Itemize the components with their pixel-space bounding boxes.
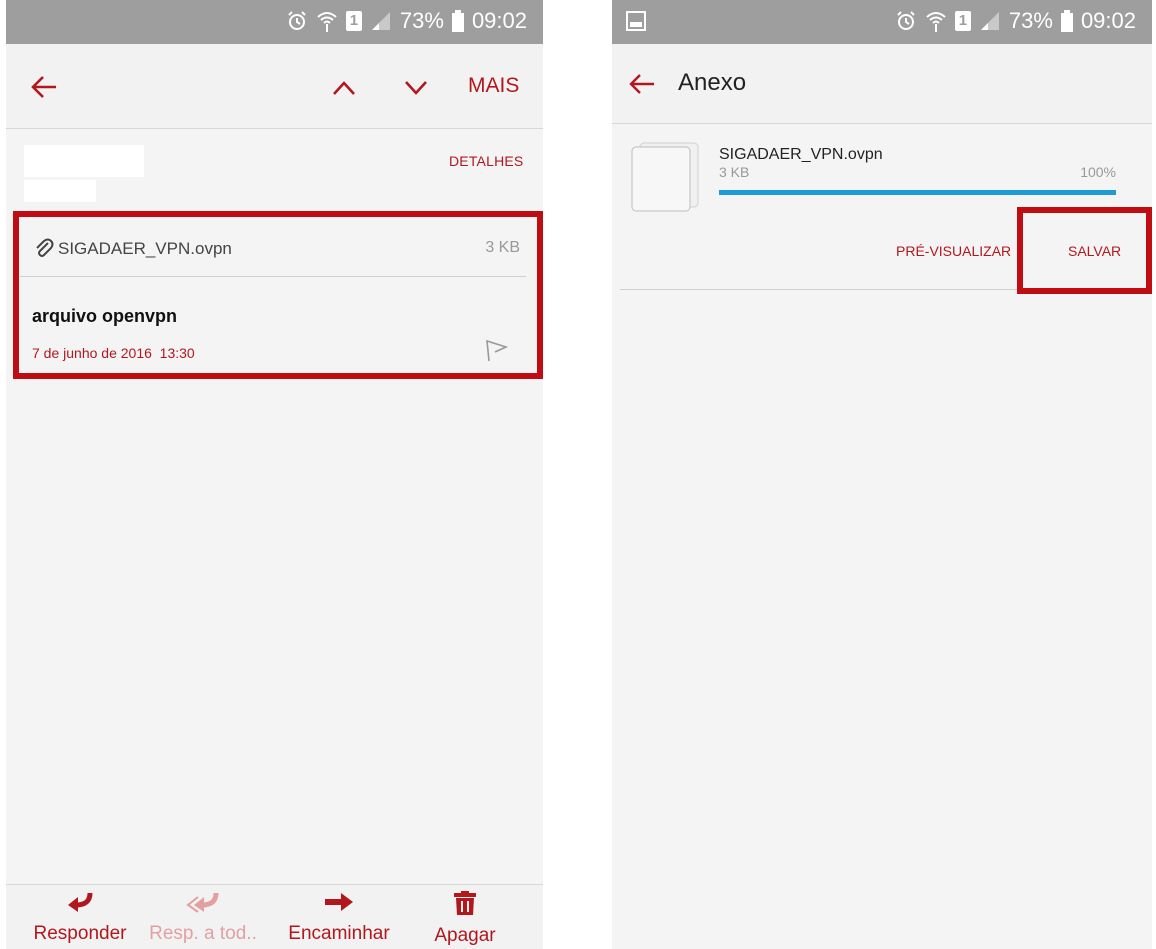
signal-icon [371, 12, 390, 30]
attachment-filename: SIGADAER_VPN.ovpn [719, 146, 883, 163]
page-title: Anexo [678, 69, 747, 96]
back-arrow-icon[interactable] [628, 72, 656, 96]
delete-label: Apagar [434, 925, 496, 946]
email-view-screen: 1 73% 09:02 MAIS DETALHES SIGADAER_VPN.o… [6, 0, 543, 949]
forward-button[interactable]: Encaminhar [284, 891, 394, 945]
alarm-icon [288, 11, 306, 30]
forward-label: Encaminhar [288, 923, 390, 944]
clock: 09:02 [471, 8, 527, 33]
chevron-down-icon[interactable] [404, 80, 428, 96]
wifi-icon [317, 12, 337, 32]
app-bar: Anexo [612, 44, 1152, 124]
preview-button[interactable]: PRÉ-VISUALIZAR [896, 243, 1011, 259]
bottom-action-bar: Responder Resp. a tod.. Encaminhar Apaga… [6, 884, 543, 949]
reply-all-icon [186, 892, 219, 913]
battery-icon [1060, 10, 1073, 32]
battery-percent: 73% [1008, 8, 1053, 33]
progress-track [719, 190, 1116, 195]
app-bar: MAIS [6, 44, 543, 129]
sim-icon: 1 [954, 11, 971, 31]
status-bar: 1 73% 09:02 [612, 0, 1152, 44]
status-bar: 1 73% 09:02 [6, 0, 543, 44]
file-icon [631, 142, 699, 212]
reply-all-button[interactable]: Resp. a tod.. [148, 891, 258, 945]
battery-icon [451, 10, 464, 32]
battery-percent: 73% [399, 8, 444, 33]
attachment-screen: 1 73% 09:02 Anexo SIGADAER_VPN.ovpn 3 KB… [612, 0, 1152, 949]
chevron-up-icon[interactable] [332, 80, 356, 96]
progress-label: 100% [1080, 164, 1116, 180]
wifi-icon [926, 12, 946, 32]
reply-all-label: Resp. a tod.. [149, 923, 257, 944]
trash-icon [454, 891, 476, 915]
forward-icon [325, 893, 353, 911]
progress-fill [719, 190, 1116, 195]
sender-name-redacted [24, 145, 144, 177]
sim-icon: 1 [345, 11, 362, 31]
delete-button[interactable]: Apagar [430, 891, 500, 947]
back-arrow-icon[interactable] [30, 74, 58, 100]
sender-address-redacted [24, 180, 96, 202]
reply-icon [68, 892, 93, 912]
alarm-icon [897, 11, 915, 30]
status-icons: 1 73% 09:02 [895, 8, 1136, 34]
status-icons: 1 73% 09:02 [286, 8, 527, 34]
attachment-size: 3 KB [719, 164, 750, 180]
highlight-box-save [1017, 207, 1152, 294]
reply-button[interactable]: Responder [28, 891, 132, 945]
more-button[interactable]: MAIS [468, 74, 519, 98]
highlight-box-attachment [13, 211, 543, 379]
reply-label: Responder [33, 923, 127, 944]
gallery-icon [626, 11, 646, 31]
details-link[interactable]: DETALHES [449, 153, 523, 169]
clock: 09:02 [1080, 8, 1136, 33]
signal-icon [980, 12, 999, 30]
